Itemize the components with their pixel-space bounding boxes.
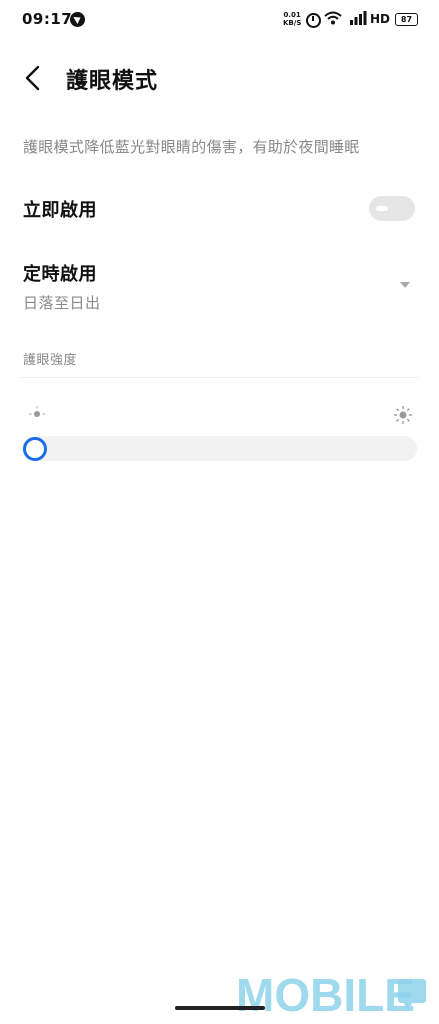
schedule-value: 日落至日出 [23, 294, 101, 312]
network-speed-unit: KB/S [283, 19, 302, 27]
watermark-text: MOBILE [236, 969, 415, 1021]
sun-large-icon [394, 406, 412, 424]
description-text: 護眼模式降低藍光對眼睛的傷害，有助於夜間睡眠 [23, 138, 360, 156]
sun-small-icon [29, 406, 45, 417]
app-notification-icon [70, 12, 85, 27]
watermark-bubble-icon [398, 979, 426, 1009]
alarm-icon [306, 13, 321, 28]
network-speed-value: 0.01 [283, 11, 301, 19]
network-speed: 0.01 KB/S [283, 11, 301, 27]
page-title: 護眼模式 [66, 69, 159, 94]
schedule-enable-label: 定時啟用 [23, 264, 97, 285]
wifi-icon [324, 11, 342, 25]
instant-enable-toggle[interactable] [369, 196, 415, 221]
back-button[interactable] [18, 62, 50, 94]
schedule-enable-row[interactable]: 定時啟用 日落至日出 [0, 250, 439, 320]
intensity-slider-thumb[interactable] [23, 437, 47, 461]
intensity-slider[interactable] [22, 436, 417, 461]
dropdown-arrow-icon [400, 282, 410, 288]
battery-icon: 87 [395, 13, 418, 26]
home-indicator[interactable] [175, 1006, 265, 1010]
network-type-label: HD [370, 12, 391, 26]
status-time: 09:17 [22, 10, 73, 28]
divider [20, 377, 419, 378]
signal-icon [350, 11, 367, 25]
intensity-section-header: 護眼強度 [23, 353, 78, 368]
toggle-knob [376, 206, 388, 211]
chevron-left-icon [25, 65, 40, 91]
instant-enable-label: 立即啟用 [23, 200, 97, 221]
